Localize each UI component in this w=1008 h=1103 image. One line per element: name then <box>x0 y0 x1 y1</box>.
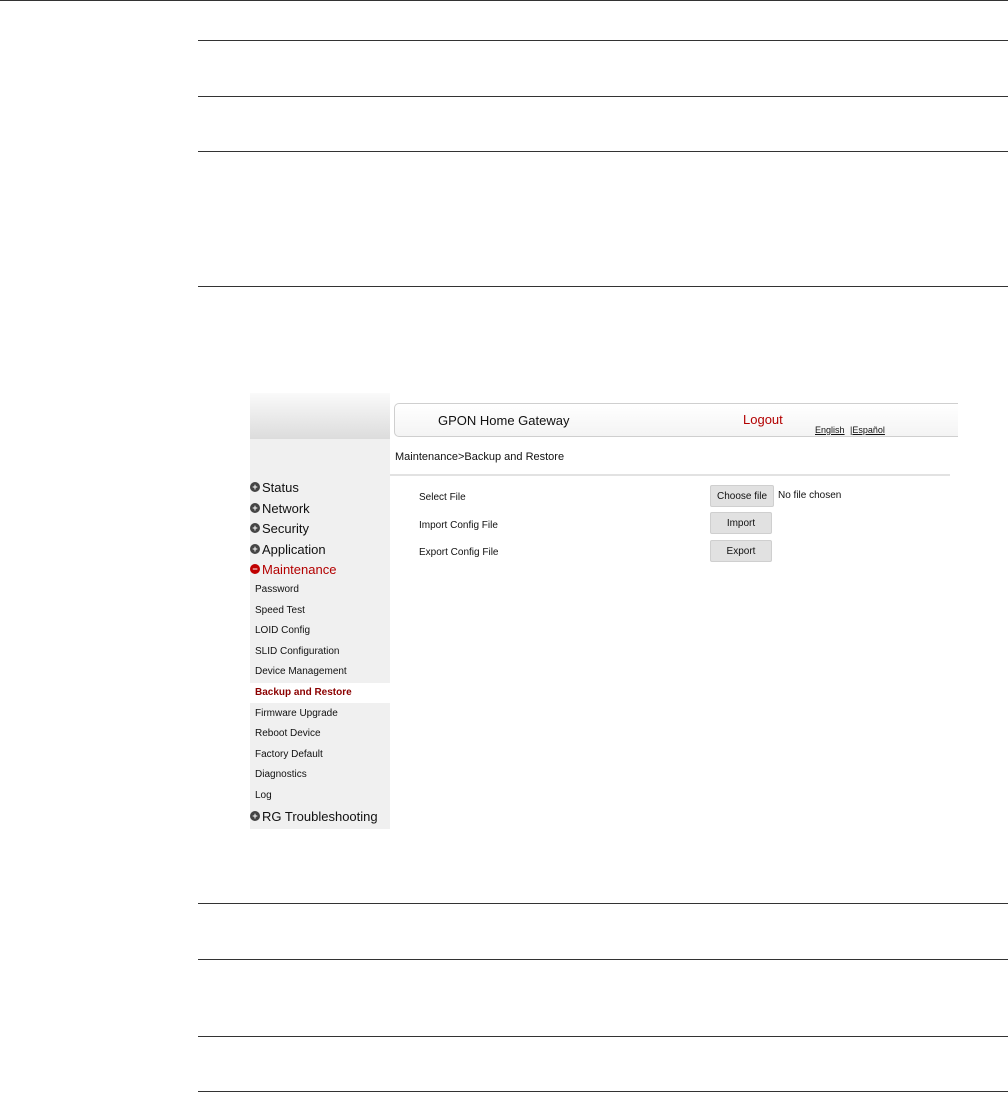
import-config-label: Import Config File <box>419 520 498 531</box>
table-rule <box>198 1036 1008 1037</box>
nav-application[interactable]: + Application <box>250 539 326 559</box>
sidebar-item-device-management[interactable]: Device Management <box>250 662 390 682</box>
table-rule <box>198 151 1008 152</box>
breadcrumb-divider <box>390 474 950 476</box>
sidebar-item-password[interactable]: Password <box>250 580 390 600</box>
export-button[interactable]: Export <box>710 540 772 562</box>
table-rule <box>198 903 1008 904</box>
main-content: GPON Home Gateway Logout English |Españo… <box>390 393 958 829</box>
nav-rg-troubleshooting[interactable]: + RG Troubleshooting <box>250 806 378 826</box>
top-header-bar: GPON Home Gateway Logout English |Españo… <box>394 403 958 437</box>
nav-label: Application <box>262 541 326 557</box>
nav-label: Maintenance <box>262 561 337 577</box>
language-switcher: English |Español <box>815 425 885 435</box>
expand-plus-icon: + <box>250 523 260 533</box>
file-status-text: No file chosen <box>778 490 842 501</box>
page-top-rule <box>0 0 1008 1</box>
import-button[interactable]: Import <box>710 512 772 534</box>
router-ui-screenshot: + Status + Network + Security + Applicat… <box>250 393 958 829</box>
nav-label: Security <box>262 520 309 536</box>
lang-english-link[interactable]: English <box>815 425 845 435</box>
logout-link[interactable]: Logout <box>743 412 783 427</box>
nav-security[interactable]: + Security <box>250 518 309 538</box>
lang-spanish-link[interactable]: Español <box>852 425 885 435</box>
breadcrumb: Maintenance>Backup and Restore <box>395 451 565 463</box>
nav-label: Status <box>262 479 299 495</box>
nav-label: RG Troubleshooting <box>262 808 378 824</box>
sidebar-item-log[interactable]: Log <box>250 786 390 806</box>
expand-plus-icon: + <box>250 482 260 492</box>
table-rule <box>198 1091 1008 1092</box>
table-rule <box>198 40 1008 41</box>
sidebar-item-reboot-device[interactable]: Reboot Device <box>250 724 390 744</box>
sidebar-item-loid-config[interactable]: LOID Config <box>250 621 390 641</box>
expand-plus-icon: + <box>250 503 260 513</box>
nav-status[interactable]: + Status <box>250 477 299 497</box>
nav-network[interactable]: + Network <box>250 498 310 518</box>
sidebar-item-speed-test[interactable]: Speed Test <box>250 601 390 621</box>
sidebar-header <box>250 393 390 439</box>
brand-title: GPON Home Gateway <box>438 413 570 428</box>
sidebar-item-diagnostics[interactable]: Diagnostics <box>250 765 390 785</box>
table-rule <box>198 286 1008 287</box>
sidebar: + Status + Network + Security + Applicat… <box>250 393 390 829</box>
sidebar-item-backup-and-restore[interactable]: Backup and Restore <box>250 683 390 703</box>
nav-maintenance[interactable]: − Maintenance <box>250 559 336 579</box>
expand-plus-icon: + <box>250 811 260 821</box>
collapse-minus-icon: − <box>250 564 260 574</box>
nav-label: Network <box>262 500 310 516</box>
choose-file-button[interactable]: Choose file <box>710 485 774 507</box>
sidebar-item-factory-default[interactable]: Factory Default <box>250 745 390 765</box>
select-file-label: Select File <box>419 492 466 503</box>
table-rule <box>198 96 1008 97</box>
expand-plus-icon: + <box>250 544 260 554</box>
sidebar-item-firmware-upgrade[interactable]: Firmware Upgrade <box>250 704 390 724</box>
sidebar-item-slid-configuration[interactable]: SLID Configuration <box>250 642 390 662</box>
table-rule <box>198 959 1008 960</box>
export-config-label: Export Config File <box>419 547 499 558</box>
